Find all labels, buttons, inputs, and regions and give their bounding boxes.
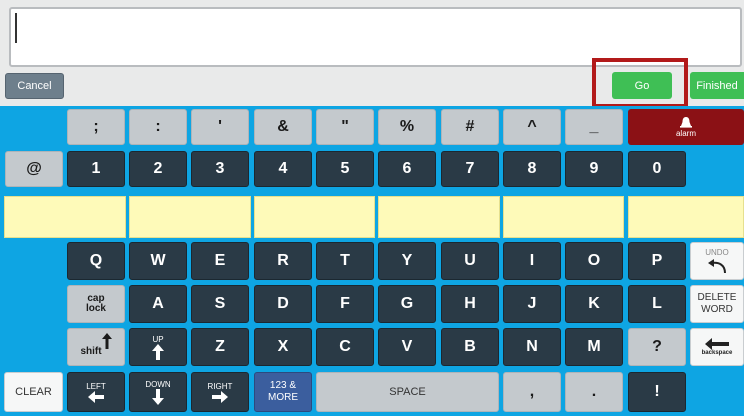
key-v[interactable]: V bbox=[378, 328, 436, 366]
key-2[interactable]: 2 bbox=[129, 151, 187, 187]
key-b[interactable]: B bbox=[441, 328, 499, 366]
key-7[interactable]: 7 bbox=[441, 151, 499, 187]
key-q[interactable]: Q bbox=[67, 242, 125, 280]
key-5[interactable]: 5 bbox=[316, 151, 374, 187]
backspace-arrow-icon bbox=[705, 338, 729, 350]
more-label-1: 123 & bbox=[269, 380, 297, 391]
space-bar[interactable]: SPACE bbox=[316, 372, 499, 412]
more-symbols-button[interactable]: 123 & MORE bbox=[254, 372, 312, 412]
key-3[interactable]: 3 bbox=[191, 151, 249, 187]
key-ampersand[interactable]: & bbox=[254, 109, 312, 145]
prediction-slot-6[interactable] bbox=[628, 196, 744, 238]
bell-icon bbox=[680, 117, 692, 128]
undo-arrow-icon bbox=[708, 258, 726, 273]
key-l[interactable]: L bbox=[628, 285, 686, 323]
shift-arrow-icon bbox=[101, 333, 112, 349]
key-percent[interactable]: % bbox=[378, 109, 436, 145]
key-hash[interactable]: # bbox=[441, 109, 499, 145]
key-semicolon[interactable]: ; bbox=[67, 109, 125, 145]
backspace-button[interactable]: backspace bbox=[690, 328, 744, 366]
prediction-slot-1[interactable] bbox=[4, 196, 126, 238]
key-e[interactable]: E bbox=[191, 242, 249, 280]
text-cursor bbox=[15, 13, 17, 43]
delete-word-button[interactable]: DELETE WORD bbox=[690, 285, 744, 323]
cancel-button[interactable]: Cancel bbox=[5, 73, 64, 99]
key-8[interactable]: 8 bbox=[503, 151, 561, 187]
cap-lock-label-2: lock bbox=[85, 303, 106, 314]
cap-lock-key[interactable]: cap lock bbox=[67, 285, 125, 323]
key-colon[interactable]: : bbox=[129, 109, 187, 145]
key-underscore[interactable]: _ bbox=[565, 109, 623, 145]
key-t[interactable]: T bbox=[316, 242, 374, 280]
key-u[interactable]: U bbox=[441, 242, 499, 280]
key-k[interactable]: K bbox=[565, 285, 623, 323]
up-label: UP bbox=[152, 334, 164, 344]
up-arrow-icon bbox=[152, 343, 164, 360]
key-9[interactable]: 9 bbox=[565, 151, 623, 187]
left-label: LEFT bbox=[86, 381, 106, 391]
key-r[interactable]: R bbox=[254, 242, 312, 280]
key-d[interactable]: D bbox=[254, 285, 312, 323]
prediction-slot-2[interactable] bbox=[129, 196, 251, 238]
key-i[interactable]: I bbox=[503, 242, 561, 280]
undo-button[interactable]: UNDO bbox=[690, 242, 744, 280]
on-screen-keyboard: ; : ' & " % # ^ _ alarm @ 1 2 3 4 5 6 7 … bbox=[0, 106, 744, 416]
left-arrow-icon bbox=[88, 390, 104, 403]
up-arrow-key[interactable]: UP bbox=[129, 328, 187, 366]
prediction-slot-5[interactable] bbox=[503, 196, 624, 238]
shift-key[interactable]: shift bbox=[67, 328, 125, 366]
key-1[interactable]: 1 bbox=[67, 151, 125, 187]
key-g[interactable]: G bbox=[378, 285, 436, 323]
key-m[interactable]: M bbox=[565, 328, 623, 366]
key-s[interactable]: S bbox=[191, 285, 249, 323]
more-label-2: MORE bbox=[268, 392, 298, 403]
key-apostrophe[interactable]: ' bbox=[191, 109, 249, 145]
key-question[interactable]: ? bbox=[628, 328, 686, 366]
shift-label: shift bbox=[80, 346, 102, 357]
key-w[interactable]: W bbox=[129, 242, 187, 280]
key-x[interactable]: X bbox=[254, 328, 312, 366]
alarm-label: alarm bbox=[675, 129, 696, 138]
right-arrow-key[interactable]: RIGHT bbox=[191, 372, 249, 412]
delete-word-label-1: DELETE bbox=[697, 292, 737, 303]
undo-label: UNDO bbox=[705, 247, 729, 257]
key-4[interactable]: 4 bbox=[254, 151, 312, 187]
key-z[interactable]: Z bbox=[191, 328, 249, 366]
delete-word-label-2: WORD bbox=[701, 304, 733, 315]
finished-button[interactable]: Finished bbox=[690, 72, 744, 99]
left-arrow-key[interactable]: LEFT bbox=[67, 372, 125, 412]
key-caret[interactable]: ^ bbox=[503, 109, 561, 145]
key-6[interactable]: 6 bbox=[378, 151, 436, 187]
alarm-button[interactable]: alarm bbox=[628, 109, 744, 145]
down-arrow-key[interactable]: DOWN bbox=[129, 372, 187, 412]
key-exclamation[interactable]: ! bbox=[628, 372, 686, 412]
go-button[interactable]: Go bbox=[612, 72, 672, 99]
right-label: RIGHT bbox=[207, 381, 233, 391]
key-o[interactable]: O bbox=[565, 242, 623, 280]
key-f[interactable]: F bbox=[316, 285, 374, 323]
key-y[interactable]: Y bbox=[378, 242, 436, 280]
key-h[interactable]: H bbox=[441, 285, 499, 323]
clear-button[interactable]: CLEAR bbox=[4, 372, 63, 412]
key-n[interactable]: N bbox=[503, 328, 561, 366]
key-a[interactable]: A bbox=[129, 285, 187, 323]
right-arrow-icon bbox=[212, 390, 228, 403]
key-j[interactable]: J bbox=[503, 285, 561, 323]
key-period[interactable]: . bbox=[565, 372, 623, 412]
key-c[interactable]: C bbox=[316, 328, 374, 366]
key-0[interactable]: 0 bbox=[628, 151, 686, 187]
prediction-slot-3[interactable] bbox=[254, 196, 375, 238]
key-quote[interactable]: " bbox=[316, 109, 374, 145]
key-comma[interactable]: , bbox=[503, 372, 561, 412]
backspace-label: backspace bbox=[701, 350, 733, 356]
prediction-slot-4[interactable] bbox=[378, 196, 500, 238]
key-at[interactable]: @ bbox=[5, 151, 63, 187]
down-label: DOWN bbox=[145, 379, 171, 389]
down-arrow-icon bbox=[152, 388, 164, 405]
key-p[interactable]: P bbox=[628, 242, 686, 280]
